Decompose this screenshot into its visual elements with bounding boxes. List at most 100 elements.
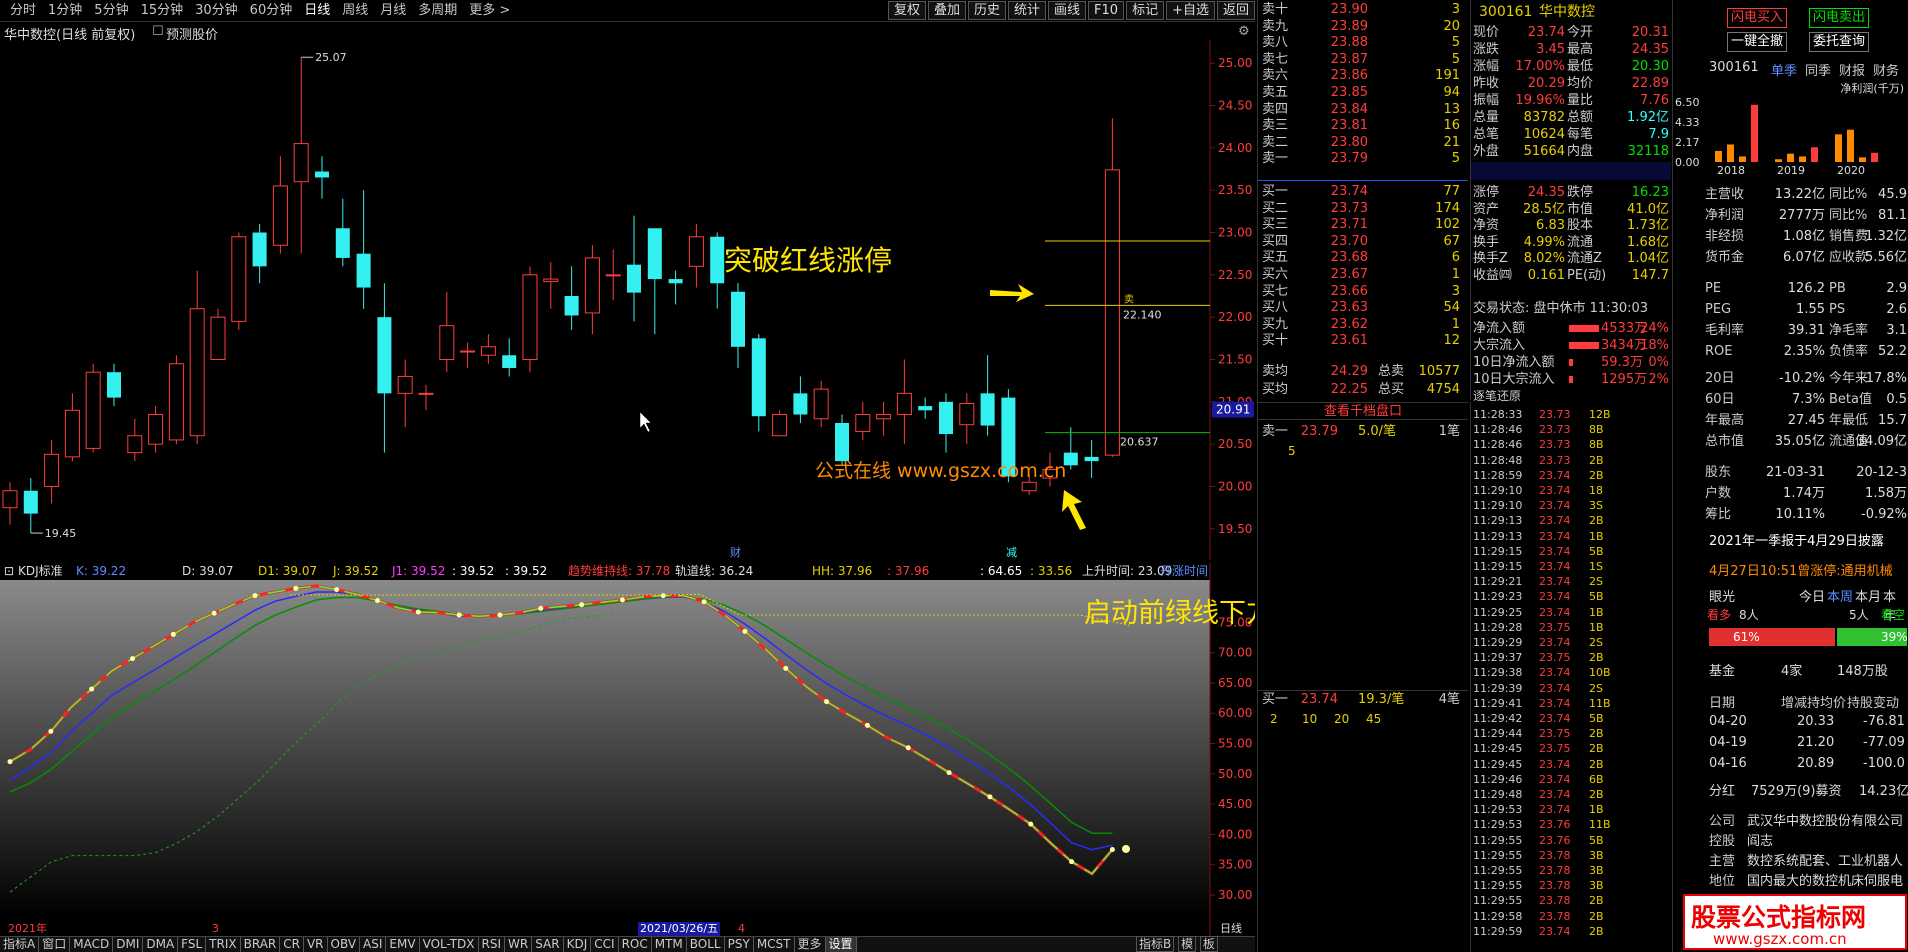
indicator-tab[interactable]: 设置 [825, 937, 857, 952]
indicator-tab[interactable]: BOLL [687, 937, 725, 952]
tick-list[interactable]: 11:28:33 23.73 12B 11:28:46 23.73 8B 11:28:46 2… [1470, 402, 1670, 952]
indicator-tab[interactable]: 指标A [0, 937, 40, 952]
indicator-tab[interactable]: PSY [725, 937, 754, 952]
period-tab[interactable]: 日线 [298, 3, 336, 19]
indicator-tab[interactable]: CR [280, 937, 304, 952]
ask-row[interactable]: 卖六 23.86 191 [1258, 68, 1468, 84]
indicator-tab[interactable]: MACD [70, 937, 114, 952]
indicator-tab[interactable]: CCI [591, 937, 619, 952]
toolbar-button[interactable]: 返回 [1216, 1, 1255, 20]
indicator-tab[interactable]: RSI [479, 937, 506, 952]
ask-row[interactable]: 卖十 23.90 3 [1258, 2, 1468, 18]
indicator-tab[interactable]: FSL [178, 937, 207, 952]
bid-row[interactable]: 买十 23.61 12 [1258, 333, 1468, 349]
indicator-tab[interactable]: SAR [532, 937, 564, 952]
f10-tab[interactable]: 财报 [1839, 60, 1865, 79]
candle-body[interactable] [85, 371, 101, 449]
candle-body[interactable] [335, 228, 350, 258]
candle-body[interactable] [627, 264, 641, 293]
news-item[interactable]: 4月27日10:51曾涨停:通用机械 [1709, 560, 1893, 579]
f10-tab[interactable]: 财务 [1873, 60, 1899, 79]
f10-tab[interactable]: 单季 [1771, 60, 1797, 79]
bid-row[interactable]: 买一 23.74 77 [1258, 184, 1468, 200]
candle-body[interactable] [315, 171, 329, 178]
ask-row[interactable]: 卖一 23.79 5 [1258, 151, 1468, 167]
candle-body[interactable] [710, 236, 725, 284]
candle-body[interactable] [668, 279, 683, 284]
bid-row[interactable]: 买三 23.71 102 [1258, 217, 1468, 233]
bid-row[interactable]: 买七 23.66 3 [1258, 284, 1468, 300]
checkbox-icon[interactable]: ☐ [152, 24, 164, 39]
candle-body[interactable] [522, 274, 538, 360]
candle-body[interactable] [502, 355, 517, 368]
indicator-tab[interactable]: 窗口 [39, 937, 71, 952]
bid-row[interactable]: 买四 23.70 67 [1258, 234, 1468, 250]
indicator-tab[interactable]: ASI [360, 937, 387, 952]
toolbar-button[interactable]: F10 [1088, 1, 1125, 20]
period-tab[interactable]: 周线 [336, 3, 374, 19]
candle-body[interactable] [543, 278, 559, 283]
indicator-tab[interactable]: MCST [754, 937, 795, 952]
bid-row[interactable]: 买六 23.67 1 [1258, 267, 1468, 283]
candle-body[interactable] [397, 375, 413, 394]
candle-body[interactable] [272, 185, 288, 246]
candle-body[interactable] [418, 392, 434, 395]
flash-buy-button[interactable]: 闪电买入 [1727, 8, 1787, 28]
candle-body[interactable] [772, 414, 788, 437]
period-tab[interactable]: 5分钟 [88, 3, 134, 19]
candle-body[interactable] [2, 490, 18, 509]
toolbar-button[interactable]: 历史 [967, 1, 1006, 20]
board-button[interactable]: 板 [1199, 936, 1218, 952]
bid-row[interactable]: 买五 23.68 6 [1258, 250, 1468, 266]
candle-body[interactable] [876, 414, 892, 420]
candle-body[interactable] [1021, 481, 1037, 492]
period-tab[interactable]: 1分钟 [42, 3, 88, 19]
indicator-tab[interactable]: MTM [652, 937, 687, 952]
period-tab[interactable]: 60分钟 [244, 3, 299, 19]
ask-row[interactable]: 卖五 23.85 94 [1258, 85, 1468, 101]
indicator-tab[interactable]: WR [505, 937, 533, 952]
candle-body[interactable] [564, 296, 579, 316]
candle-body[interactable] [439, 325, 455, 360]
candle-body[interactable] [1104, 169, 1120, 456]
candle-body[interactable] [813, 388, 829, 420]
order-query-button[interactable]: 委托查询 [1809, 32, 1869, 52]
bid-row[interactable]: 买八 23.63 54 [1258, 300, 1468, 316]
candle-body[interactable] [605, 274, 621, 277]
indicator-tab[interactable]: VOL-TDX [420, 937, 479, 952]
indicator-tab[interactable]: OBV [328, 937, 361, 952]
candle-body[interactable] [980, 393, 995, 426]
toolbar-button[interactable]: 统计 [1008, 1, 1047, 20]
candle-body[interactable] [918, 406, 933, 411]
indicator-tab[interactable]: BRAR [241, 937, 281, 952]
period-tab[interactable]: 30分钟 [189, 3, 244, 19]
indicator-tab[interactable]: ROC [619, 937, 652, 952]
period-tab[interactable]: 多周期 [412, 3, 463, 19]
cancel-all-button[interactable]: 一键全撤 [1727, 32, 1787, 52]
eyes-tab[interactable]: 本月 [1855, 586, 1881, 605]
indicator-tab[interactable]: DMI [113, 937, 144, 952]
ask-row[interactable]: 卖七 23.87 5 [1258, 52, 1468, 68]
candle-body[interactable] [356, 253, 371, 288]
period-tab[interactable]: 15分钟 [135, 3, 190, 19]
indicator-tab[interactable]: TRIX [206, 937, 241, 952]
toolbar-button[interactable]: 叠加 [927, 1, 966, 20]
candle-body[interactable] [168, 363, 184, 441]
candle-body[interactable] [23, 490, 38, 514]
candle-body[interactable] [731, 291, 745, 347]
candle-body[interactable] [148, 414, 164, 445]
kdj-chart[interactable]: 75.0070.0065.0060.0055.0050.0045.0040.00… [0, 562, 1255, 937]
reduce-marker[interactable]: 减 [1006, 546, 1017, 559]
finance-marker[interactable]: 财 [730, 545, 741, 559]
indicator-tab[interactable]: 更多 [795, 937, 826, 952]
settings-gear-icon[interactable]: ⚙ [1238, 24, 1250, 39]
candle-body[interactable] [896, 392, 912, 416]
bid-row[interactable]: 买二 23.73 174 [1258, 201, 1468, 217]
indicator-tab[interactable]: EMV [386, 937, 420, 952]
indicator-tab[interactable]: KDJ [564, 937, 592, 952]
candle-body[interactable] [855, 414, 871, 432]
toolbar-button[interactable]: 标记 [1126, 1, 1165, 20]
candle-body[interactable] [584, 257, 600, 314]
view-1000-levels-button[interactable]: 查看千档盘口 [1258, 402, 1468, 420]
candle-body[interactable] [460, 350, 476, 353]
